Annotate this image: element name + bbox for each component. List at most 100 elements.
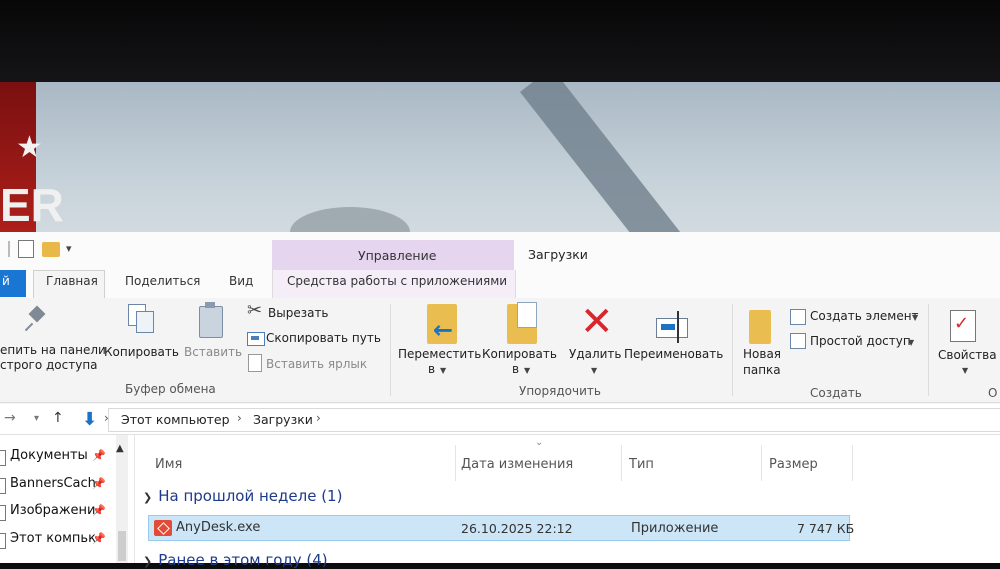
- column-divider[interactable]: [852, 445, 853, 481]
- copy-to-button[interactable]: Копировать: [482, 347, 557, 361]
- move-to-icon: ←: [427, 304, 457, 344]
- nav-item-bannerscach[interactable]: BannersCach 📌: [0, 472, 120, 498]
- easy-access-dropdown-icon[interactable]: ▼: [908, 338, 914, 347]
- column-divider[interactable]: [761, 445, 762, 481]
- nav-scrollbar[interactable]: ▲: [116, 435, 128, 563]
- pictures-icon: [0, 505, 6, 521]
- delete-button[interactable]: Удалить: [569, 347, 622, 361]
- forward-icon[interactable]: →: [4, 410, 16, 426]
- tab-app-tools[interactable]: Средства работы с приложениями: [287, 274, 507, 288]
- copy-to-suffix[interactable]: в: [512, 362, 519, 376]
- paste-button[interactable]: Вставить: [184, 345, 242, 359]
- navigation-pane: Документы 📌 BannersCach 📌 Изображени 📌 Э…: [0, 435, 135, 563]
- move-to-dropdown-icon[interactable]: ▼: [440, 366, 446, 375]
- nav-item-this-pc[interactable]: Этот компьк 📌: [0, 527, 120, 553]
- copy-to-dropdown-icon[interactable]: ▼: [524, 366, 530, 375]
- rename-button[interactable]: Переименовать: [624, 347, 723, 361]
- group-header-last-week[interactable]: ❯ На прошлой неделе (1): [143, 487, 342, 505]
- file-size: 7 747 КБ: [797, 521, 855, 536]
- paste-shortcut-button[interactable]: Вставить ярлык: [266, 357, 367, 371]
- column-name[interactable]: Имя: [155, 457, 182, 472]
- wallpaper-blade: [520, 82, 687, 242]
- pin-icon: 📌: [92, 477, 106, 490]
- scroll-up-icon[interactable]: ▲: [116, 443, 124, 454]
- cut-button[interactable]: Вырезать: [268, 306, 329, 320]
- file-type: Приложение: [631, 521, 719, 536]
- collapse-chevron-icon[interactable]: ❯: [143, 555, 152, 568]
- context-group-label: Управление: [358, 248, 437, 263]
- column-divider[interactable]: [621, 445, 622, 481]
- properties-icon: [950, 310, 976, 342]
- address-bar: → ▾ ↑ ⬇ › Этот компьютер › Загрузки ›: [0, 404, 1000, 435]
- copy-path-icon: [247, 332, 265, 346]
- new-item-button[interactable]: Создать элемент: [810, 309, 919, 323]
- title-bar: ▾ Управление Загрузки: [0, 232, 1000, 270]
- document-icon: [0, 450, 6, 466]
- shortcut-icon: [248, 354, 262, 372]
- pin-icon: 📌: [92, 532, 106, 545]
- new-item-icon: [790, 309, 806, 325]
- group-divider: [732, 304, 733, 396]
- new-group-label: Создать: [810, 386, 862, 400]
- copy-path-button[interactable]: Скопировать путь: [266, 331, 381, 345]
- column-date-modified[interactable]: Дата изменения: [461, 457, 573, 472]
- window-title: Загрузки: [528, 247, 588, 262]
- tab-share[interactable]: Поделиться: [125, 274, 200, 288]
- computer-icon: [0, 533, 6, 549]
- breadcrumb-downloads[interactable]: Загрузки: [253, 412, 313, 427]
- properties-dropdown-icon[interactable]: ▼: [962, 366, 968, 375]
- quick-access-dropdown-icon[interactable]: ▾: [66, 242, 72, 255]
- breadcrumb-separator: ›: [104, 411, 109, 425]
- nav-item-pictures[interactable]: Изображени 📌: [0, 499, 120, 525]
- open-group-label: О: [988, 386, 998, 400]
- move-to-suffix[interactable]: в: [428, 362, 435, 376]
- breadcrumb-separator: ›: [237, 411, 242, 425]
- copy-button[interactable]: Копировать: [104, 345, 179, 359]
- breadcrumb-this-pc[interactable]: Этот компьютер: [121, 412, 230, 427]
- tab-file[interactable]: й: [0, 270, 26, 297]
- file-explorer-window: ▾ Управление Загрузки й Главная Поделить…: [0, 232, 1000, 569]
- nav-item-documents[interactable]: Документы 📌: [0, 444, 120, 470]
- quick-access-divider: [8, 241, 10, 257]
- clipboard-group-label: Буфер обмена: [125, 382, 216, 396]
- anydesk-icon: [154, 520, 172, 536]
- recent-dropdown-icon[interactable]: ▾: [34, 413, 39, 424]
- column-type[interactable]: Тип: [629, 457, 654, 472]
- file-date: 26.10.2025 22:12: [461, 521, 573, 536]
- pin-quick-access-line1[interactable]: епить на панели: [0, 343, 106, 357]
- organize-group-label: Упорядочить: [519, 384, 601, 398]
- breadcrumb-separator: ›: [316, 411, 321, 425]
- new-folder-icon: [749, 310, 771, 344]
- group-divider: [390, 304, 391, 396]
- pin-icon: 📌: [92, 449, 106, 462]
- pin-icon: [27, 308, 45, 330]
- downloads-icon: ⬇: [82, 409, 98, 430]
- tab-home-label[interactable]: Главная: [46, 274, 98, 288]
- new-folder-quick-icon[interactable]: [42, 242, 60, 257]
- new-folder-button[interactable]: Новая: [743, 347, 781, 361]
- properties-quick-icon[interactable]: [18, 240, 34, 258]
- file-row-selected[interactable]: AnyDesk.exe 26.10.2025 22:12 Приложение …: [148, 515, 854, 541]
- column-size[interactable]: Размер: [769, 457, 818, 472]
- desktop-wallpaper: ★ ER: [0, 82, 1000, 242]
- group-header-earlier-this-year[interactable]: ❯ Ранее в этом году (4): [143, 551, 328, 569]
- monitor-bezel: [0, 0, 1000, 82]
- move-to-button[interactable]: Переместить: [398, 347, 481, 361]
- properties-button[interactable]: Свойства: [938, 348, 997, 362]
- star-icon: ★: [16, 130, 43, 165]
- pin-quick-access-line2[interactable]: строго доступа: [0, 358, 98, 372]
- column-divider[interactable]: [455, 445, 456, 481]
- copy-icon: [128, 304, 154, 334]
- delete-icon: ✕: [580, 299, 614, 345]
- new-item-dropdown-icon[interactable]: ▼: [912, 313, 918, 322]
- delete-dropdown-icon[interactable]: ▼: [591, 366, 597, 375]
- wallpaper-letters: ER: [0, 179, 64, 231]
- file-list: ⌄ Имя Дата изменения Тип Размер ❯ На прош…: [135, 435, 1000, 563]
- scroll-thumb[interactable]: [118, 531, 126, 561]
- new-folder-button-line2[interactable]: папка: [743, 363, 781, 377]
- tab-view[interactable]: Вид: [229, 274, 253, 288]
- up-icon[interactable]: ↑: [52, 410, 64, 426]
- easy-access-button[interactable]: Простой доступ: [810, 334, 911, 348]
- file-name[interactable]: AnyDesk.exe: [176, 520, 260, 535]
- collapse-chevron-icon[interactable]: ❯: [143, 491, 152, 504]
